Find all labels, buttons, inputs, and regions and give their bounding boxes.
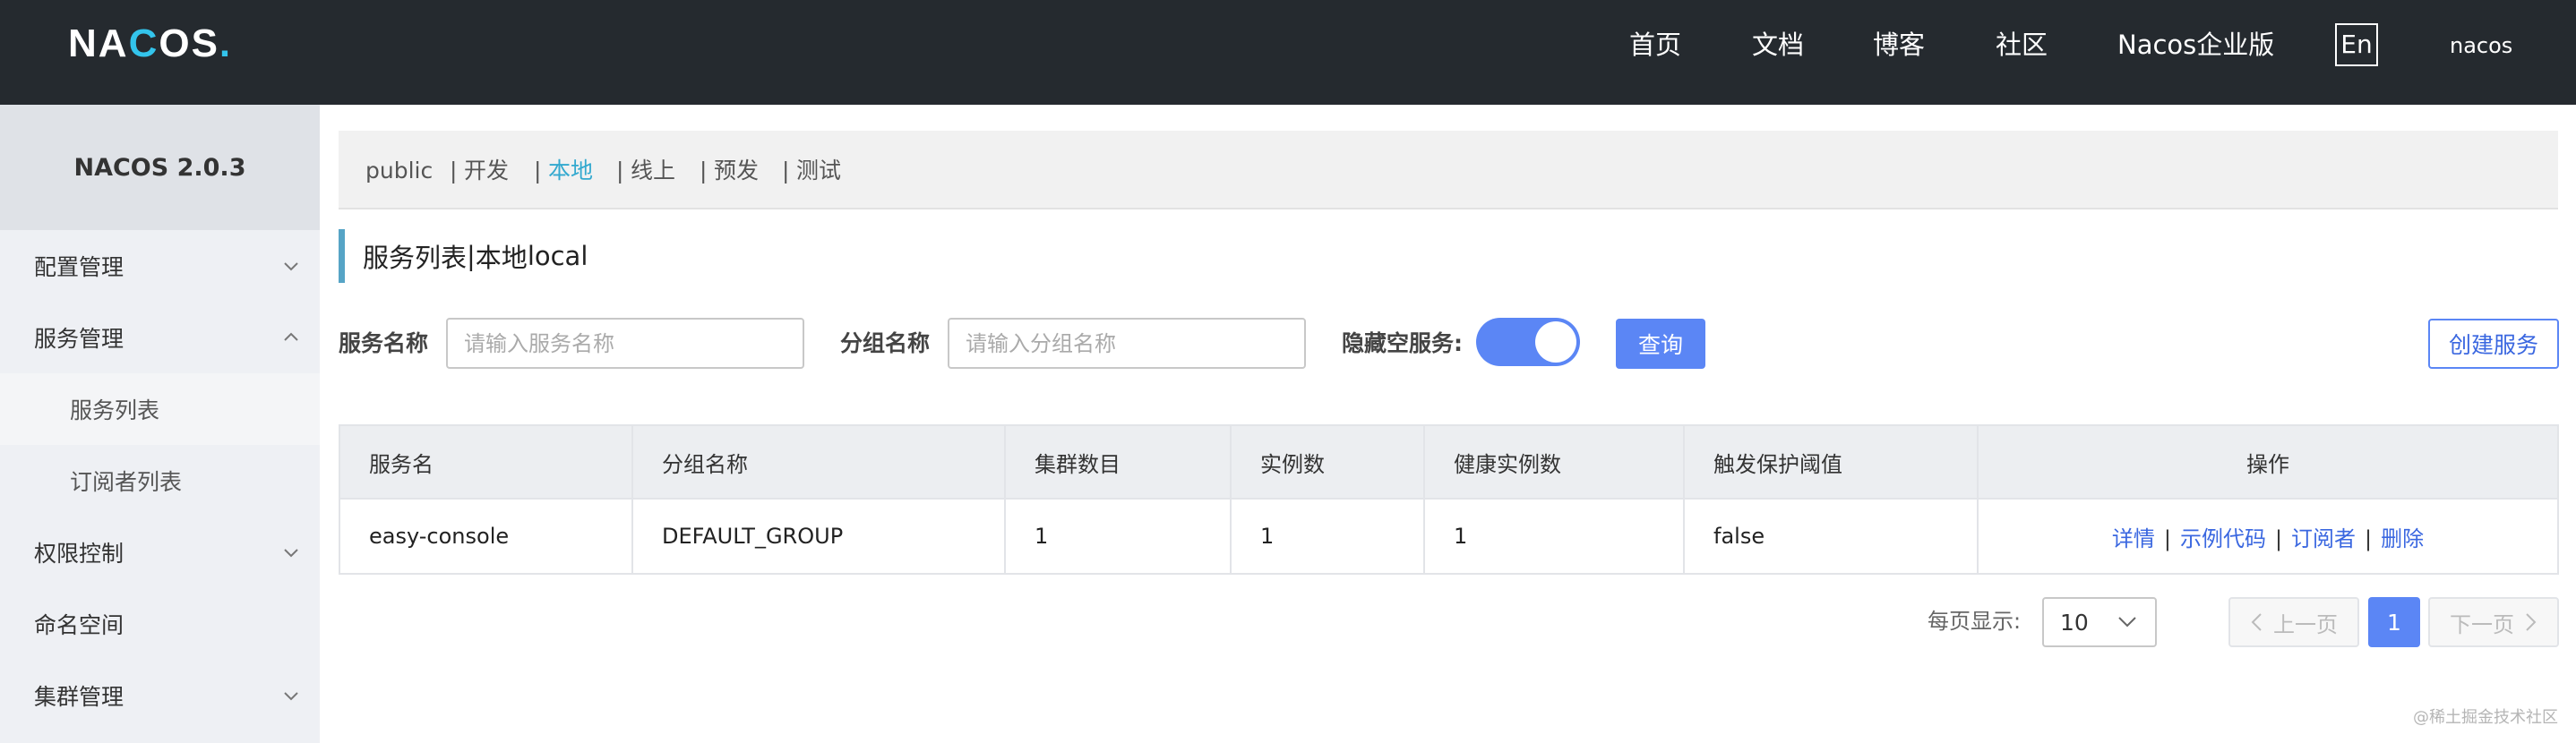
group-name-input[interactable] — [948, 318, 1306, 369]
chevron-down-icon — [2118, 617, 2136, 628]
next-page-button[interactable]: 下一页 — [2428, 597, 2559, 647]
page-title-namespace-id: local — [527, 241, 588, 271]
namespace-separator: | — [616, 158, 624, 184]
hide-empty-service-label: 隐藏空服务: — [1342, 330, 1463, 356]
nav-community[interactable]: 社区 — [1996, 29, 2048, 61]
sidebar-item-label: 配置管理 — [34, 254, 125, 280]
prev-page-label: 上一页 — [2273, 611, 2338, 637]
sidebar-item-label: 命名空间 — [34, 612, 125, 638]
action-separator: | — [2365, 525, 2373, 551]
sidebar-version-title: NACOS 2.0.3 — [0, 105, 320, 230]
sidebar-item-label: 权限控制 — [34, 541, 125, 567]
namespace-staging[interactable]: 预发 — [714, 158, 759, 184]
sidebar-item-subscriber-list[interactable]: 订阅者列表 — [0, 445, 320, 517]
column-service-name: 服务名 — [339, 425, 633, 499]
column-operations: 操作 — [1978, 425, 2558, 499]
sidebar-item-config-management[interactable]: 配置管理 — [0, 230, 320, 302]
nacos-logo[interactable]: NACOS. — [68, 21, 232, 66]
namespace-bar: public | 开发 | 本地 | 线上 | 预发 | 测试 — [339, 131, 2558, 209]
sidebar-item-service-management[interactable]: 服务管理 — [0, 302, 320, 373]
nav-home[interactable]: 首页 — [1629, 29, 1681, 61]
chevron-down-icon — [284, 692, 298, 701]
current-user[interactable]: nacos — [2450, 32, 2512, 59]
service-name-input[interactable] — [446, 318, 804, 369]
delete-link[interactable]: 删除 — [2381, 526, 2424, 551]
sidebar-item-cluster-management[interactable]: 集群管理 — [0, 660, 320, 731]
cell-service-name: easy-console — [339, 498, 633, 574]
column-healthy-instance-count: 健康实例数 — [1424, 425, 1685, 499]
cell-operations: 详情 | 示例代码 | 订阅者 | 删除 — [1978, 498, 2558, 574]
sample-code-link[interactable]: 示例代码 — [2180, 526, 2266, 551]
page-title: 服务列表 | 本地 local — [339, 229, 588, 283]
namespace-dev[interactable]: 开发 — [464, 158, 509, 184]
namespace-online[interactable]: 线上 — [631, 158, 675, 184]
cell-protect-threshold: false — [1684, 498, 1979, 574]
page-size-select[interactable]: 10 — [2042, 597, 2157, 647]
action-separator: | — [2163, 525, 2171, 551]
column-instance-count: 实例数 — [1231, 425, 1425, 499]
chevron-right-icon — [2526, 613, 2537, 631]
namespace-separator: | — [782, 158, 790, 184]
namespace-separator: | — [700, 158, 708, 184]
nav-enterprise[interactable]: Nacos企业版 — [2117, 29, 2274, 61]
namespace-local[interactable]: 本地 — [548, 158, 593, 184]
detail-link[interactable]: 详情 — [2112, 526, 2155, 551]
page-title-namespace-name: 本地 — [475, 243, 528, 273]
cell-group-name: DEFAULT_GROUP — [632, 498, 1006, 574]
language-toggle-button[interactable]: En — [2335, 23, 2378, 66]
query-button[interactable]: 查询 — [1616, 319, 1705, 369]
action-separator: | — [2274, 525, 2283, 551]
column-cluster-count: 集群数目 — [1005, 425, 1232, 499]
sidebar-item-label: 订阅者列表 — [70, 469, 183, 495]
create-service-button[interactable]: 创建服务 — [2428, 319, 2559, 369]
sidebar-item-label: 服务管理 — [34, 326, 125, 352]
page-title-text: 服务列表 — [363, 243, 468, 273]
service-table: 服务名 分组名称 集群数目 实例数 健康实例数 触发保护阈值 操作 easy-c… — [339, 424, 2559, 575]
page-size-label: 每页显示: — [1928, 609, 2022, 634]
column-protect-threshold: 触发保护阈值 — [1684, 425, 1979, 499]
sidebar-item-service-list[interactable]: 服务列表 — [0, 373, 320, 445]
page-number-current[interactable]: 1 — [2368, 597, 2420, 647]
cell-instance-count: 1 — [1231, 498, 1425, 574]
sidebar: NACOS 2.0.3 配置管理 服务管理 服务列表 订阅者列表 权限控制 命名… — [0, 105, 320, 743]
hide-empty-service-toggle[interactable] — [1476, 318, 1580, 366]
subscribers-link[interactable]: 订阅者 — [2291, 526, 2356, 551]
cell-cluster-count: 1 — [1005, 498, 1232, 574]
next-page-label: 下一页 — [2450, 611, 2514, 637]
nav-blog[interactable]: 博客 — [1873, 29, 1925, 61]
sidebar-item-namespace[interactable]: 命名空间 — [0, 588, 320, 660]
namespace-test[interactable]: 测试 — [796, 158, 841, 184]
namespace-separator: | — [534, 158, 542, 184]
watermark: @稀土掘金技术社区 — [2413, 708, 2558, 727]
page-size-value: 10 — [2060, 609, 2089, 636]
table-row: easy-console DEFAULT_GROUP 1 1 1 false 详… — [339, 498, 2558, 574]
chevron-down-icon — [284, 549, 298, 558]
sidebar-item-access-control[interactable]: 权限控制 — [0, 517, 320, 588]
namespace-separator: | — [450, 158, 458, 184]
namespace-public[interactable]: public — [365, 158, 433, 184]
table-header-row: 服务名 分组名称 集群数目 实例数 健康实例数 触发保护阈值 操作 — [339, 425, 2558, 499]
chevron-down-icon — [284, 262, 298, 271]
nav-docs[interactable]: 文档 — [1752, 29, 1804, 61]
cell-healthy-instance-count: 1 — [1424, 498, 1685, 574]
column-group-name: 分组名称 — [632, 425, 1006, 499]
group-name-label: 分组名称 — [840, 330, 931, 356]
toggle-knob — [1535, 321, 1576, 363]
service-name-label: 服务名称 — [339, 330, 429, 356]
page-title-separator: | — [467, 241, 476, 271]
sidebar-item-label: 集群管理 — [34, 684, 125, 710]
prev-page-button[interactable]: 上一页 — [2228, 597, 2359, 647]
chevron-left-icon — [2251, 613, 2262, 631]
sidebar-item-label: 服务列表 — [70, 397, 160, 423]
top-header: NACOS. 首页 文档 博客 社区 Nacos企业版 En nacos — [0, 0, 2576, 105]
chevron-up-icon — [284, 332, 298, 341]
